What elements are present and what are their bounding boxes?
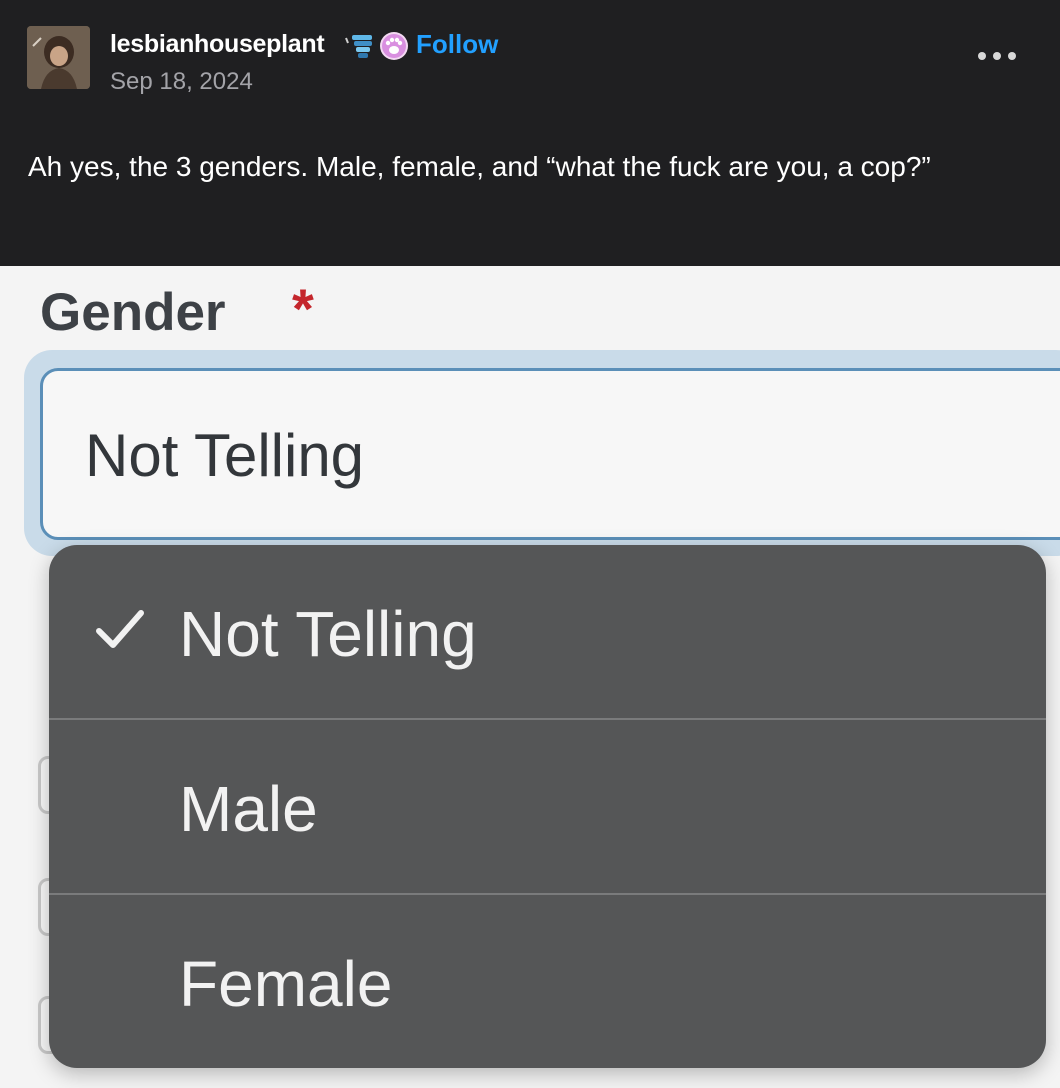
gender-select[interactable]: Not Telling	[40, 368, 1060, 540]
username[interactable]: lesbianhouseplant	[110, 30, 325, 59]
post-text: Ah yes, the 3 genders. Male, female, and…	[28, 151, 931, 182]
post-date: Sep 18, 2024	[110, 68, 253, 95]
avatar[interactable]	[27, 26, 90, 89]
menu-item-not-telling[interactable]: Not Telling	[49, 545, 1046, 719]
tumblr-post-header: lesbianhouseplant Follow Sep 18, 2024 Ah…	[0, 0, 1060, 266]
required-marker: *	[292, 277, 314, 340]
menu-item-label: Female	[179, 948, 393, 1020]
menu-item-label: Male	[179, 773, 318, 845]
badge-stack-icon	[343, 29, 411, 63]
field-label: Gender	[40, 283, 226, 342]
checkmark-icon	[95, 607, 147, 651]
select-value: Not Telling	[85, 422, 365, 489]
more-options-icon[interactable]	[975, 44, 1019, 68]
menu-item-male[interactable]: Male	[49, 720, 1046, 894]
dropdown-menu: Not Telling Male Female	[49, 545, 1046, 1068]
menu-item-female[interactable]: Female	[49, 895, 1046, 1068]
menu-item-label: Not Telling	[179, 598, 477, 670]
paw-badge-icon	[380, 32, 408, 60]
form-screenshot: Gender * Not Telling Not Telling Male Fe…	[0, 266, 1060, 1088]
follow-button[interactable]: Follow	[416, 29, 498, 60]
